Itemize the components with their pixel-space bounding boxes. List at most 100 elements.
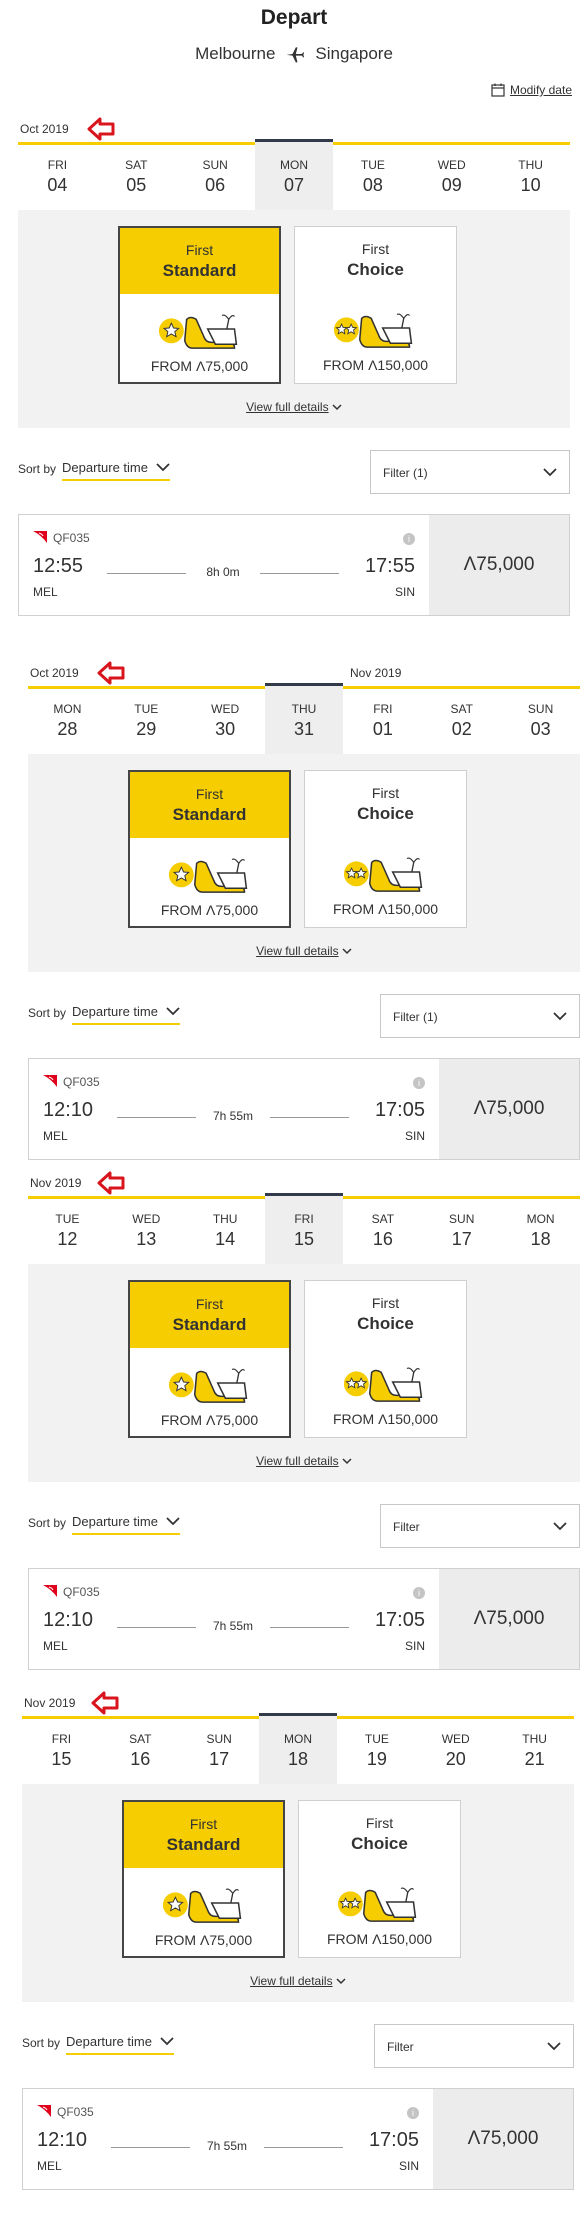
date-tab[interactable]: MON 28: [28, 686, 107, 754]
red-arrow-icon: [87, 117, 115, 141]
info-icon[interactable]: i: [403, 533, 415, 545]
fare-price: FROM Λ75,000: [124, 1932, 283, 1948]
seat-icon: [168, 1368, 248, 1403]
sort-select[interactable]: Departure time: [62, 460, 170, 481]
fare-card-choice[interactable]: First Choice FROM Λ150,000: [294, 226, 457, 384]
flight-price-button[interactable]: Λ 75,000: [433, 2089, 573, 2189]
flight-details: QF035 i 12:10 7h 55m 17:05 MEL SIN: [23, 2089, 433, 2189]
fare-name: Choice: [347, 260, 404, 279]
fare-card-standard[interactable]: First Standard FROM Λ75,000: [128, 770, 291, 928]
filter-select[interactable]: Filter: [380, 1504, 580, 1548]
date-tab[interactable]: SAT 16: [343, 1196, 422, 1264]
fare-card-choice[interactable]: First Choice FROM Λ150,000: [304, 770, 467, 928]
flight-price-button[interactable]: Λ 75,000: [439, 1569, 579, 1669]
date-tab[interactable]: MON 07: [254, 139, 334, 210]
sort-value: Departure time: [72, 1514, 158, 1529]
day-name: SUN: [202, 158, 228, 172]
day-name: SUN: [449, 1212, 475, 1226]
flight-result[interactable]: QF035 i 12:10 7h 55m 17:05 MEL SIN Λ 75,0…: [28, 1568, 580, 1670]
date-tab[interactable]: SUN 17: [422, 1196, 501, 1264]
info-icon[interactable]: i: [413, 1587, 425, 1599]
day-number: 04: [47, 175, 68, 195]
date-tab[interactable]: SUN 17: [180, 1716, 259, 1784]
flight-price-button[interactable]: Λ 75,000: [429, 515, 569, 615]
date-tab[interactable]: FRI 15: [22, 1716, 101, 1784]
view-full-details-label: View full details: [256, 1454, 339, 1468]
view-full-details-link[interactable]: View full details: [18, 400, 570, 414]
chevron-down-icon: [332, 404, 342, 411]
date-tab[interactable]: TUE 08: [333, 142, 412, 210]
sort-select[interactable]: Departure time: [72, 1514, 180, 1535]
date-tab[interactable]: TUE 12: [28, 1196, 107, 1264]
month-label: Nov 2019: [30, 1176, 82, 1190]
day-name: MON: [526, 1212, 555, 1226]
departure-airport: MEL: [37, 2159, 62, 2173]
flight-price: 75,000: [486, 1098, 545, 1119]
day-name: WED: [441, 1732, 470, 1746]
flight-result[interactable]: QF035 i 12:10 7h 55m 17:05 MEL SIN Λ 75,0…: [28, 1058, 580, 1160]
flight-price-button[interactable]: Λ 75,000: [439, 1059, 579, 1159]
filter-select[interactable]: Filter: [374, 2024, 574, 2068]
day-number: 16: [372, 1229, 393, 1249]
red-arrow-icon: [91, 1691, 119, 1715]
date-tab[interactable]: SAT 05: [97, 142, 176, 210]
chevron-down-icon: [166, 1007, 180, 1016]
date-tab[interactable]: WED 30: [186, 686, 265, 754]
fare-card-choice[interactable]: First Choice FROM Λ150,000: [304, 1280, 467, 1438]
fare-card-standard[interactable]: First Standard FROM Λ75,000: [122, 1800, 285, 1958]
flight-price: 75,000: [476, 554, 535, 575]
date-tab[interactable]: THU 14: [186, 1196, 265, 1264]
flight-result[interactable]: QF035 i 12:55 8h 0m 17:55 MEL SIN Λ 75,00…: [18, 514, 570, 616]
view-full-details-link[interactable]: View full details: [28, 944, 580, 958]
departure-airport: MEL: [43, 1639, 68, 1653]
date-tab[interactable]: SAT 02: [422, 686, 501, 754]
date-tab[interactable]: SUN 06: [176, 142, 255, 210]
chevron-down-icon: [543, 468, 557, 477]
date-tab[interactable]: WED 09: [412, 142, 491, 210]
info-icon[interactable]: i: [413, 1077, 425, 1089]
info-icon[interactable]: i: [407, 2107, 419, 2119]
date-tab[interactable]: TUE 19: [337, 1716, 416, 1784]
day-number: 18: [530, 1229, 551, 1249]
view-full-details-link[interactable]: View full details: [28, 1454, 580, 1468]
fare-card-standard[interactable]: First Standard FROM Λ75,000: [118, 226, 281, 384]
day-name: SAT: [125, 158, 148, 172]
date-tab[interactable]: FRI 04: [18, 142, 97, 210]
from-label: FROM: [326, 1931, 369, 1947]
date-tab[interactable]: FRI 15: [264, 1193, 344, 1264]
filter-select[interactable]: Filter (1): [380, 994, 580, 1038]
date-tab[interactable]: WED 13: [107, 1196, 186, 1264]
arrival-time: 17:05: [368, 2129, 419, 2151]
fare-card-choice[interactable]: First Choice FROM Λ150,000: [298, 1800, 461, 1958]
date-tab[interactable]: MON 18: [501, 1196, 580, 1264]
day-number: 12: [57, 1229, 78, 1249]
filter-select[interactable]: Filter (1): [370, 450, 570, 494]
sort-select[interactable]: Departure time: [66, 2034, 174, 2055]
date-tab[interactable]: FRI 01: [343, 686, 422, 754]
date-tab[interactable]: THU 21: [495, 1716, 574, 1784]
day-number: 19: [366, 1749, 387, 1769]
day-number: 18: [287, 1749, 309, 1769]
flight-price: 75,000: [486, 1608, 545, 1629]
date-tab[interactable]: WED 20: [416, 1716, 495, 1784]
view-full-details-link[interactable]: View full details: [22, 1974, 574, 1988]
flight-result[interactable]: QF035 i 12:10 7h 55m 17:05 MEL SIN Λ 75,0…: [22, 2088, 574, 2190]
sort-select[interactable]: Departure time: [72, 1004, 180, 1025]
day-number: 08: [362, 175, 383, 195]
modify-date-link[interactable]: Modify date: [491, 83, 572, 97]
date-tab[interactable]: SUN 03: [501, 686, 580, 754]
month-label: Oct 2019: [30, 666, 79, 680]
date-tab[interactable]: THU 10: [491, 142, 570, 210]
from-label: FROM: [160, 1412, 203, 1428]
departure-airport: MEL: [33, 585, 58, 599]
day-number: 15: [51, 1749, 72, 1769]
from-label: FROM: [150, 358, 193, 374]
date-tab[interactable]: SAT 16: [101, 1716, 180, 1784]
date-tab[interactable]: THU 31: [264, 683, 344, 754]
sort-filter-row: Sort by Departure time Filter (1): [28, 994, 580, 1044]
date-tab[interactable]: TUE 29: [107, 686, 186, 754]
fare-name: Standard: [162, 261, 237, 280]
fare-card-standard[interactable]: First Standard FROM Λ75,000: [128, 1280, 291, 1438]
date-tab[interactable]: MON 18: [258, 1713, 338, 1784]
filter-label: Filter (1): [383, 466, 428, 480]
